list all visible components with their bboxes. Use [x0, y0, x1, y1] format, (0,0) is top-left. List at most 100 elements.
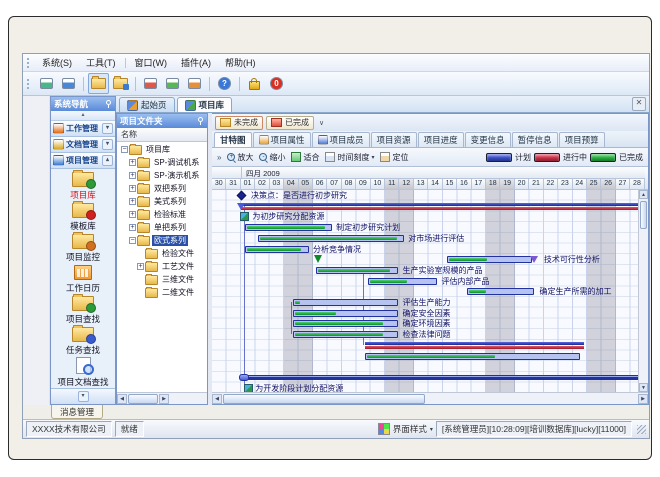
expand-minus-icon[interactable]: −: [121, 146, 128, 153]
expand-plus-icon[interactable]: +: [129, 172, 136, 179]
globe-button[interactable]: [58, 73, 79, 94]
tab-home[interactable]: 起始页: [119, 97, 175, 112]
tree-item-7[interactable]: −欧式系列: [117, 234, 207, 247]
zoom-out-button[interactable]: -缩小: [257, 151, 287, 164]
pin-icon[interactable]: [104, 100, 112, 108]
sidebar-group-1[interactable]: 工作管理▾: [51, 121, 115, 137]
tree-item-11[interactable]: 二维文件: [117, 286, 207, 299]
message-manager-tab[interactable]: 消息管理: [51, 405, 103, 419]
menu-item-0[interactable]: 系统(S): [35, 55, 79, 70]
report-orange-button[interactable]: [184, 73, 205, 94]
report-green-button[interactable]: [162, 73, 183, 94]
scroll-left-icon[interactable]: ◀: [117, 394, 127, 404]
gantt-tab-1[interactable]: 项目属性: [253, 132, 311, 147]
scroll-thumb[interactable]: [223, 394, 425, 404]
task-bar[interactable]: [365, 353, 580, 360]
milestone-icon[interactable]: [236, 191, 246, 201]
scroll-thumb[interactable]: [128, 394, 158, 404]
expand-plus-icon[interactable]: +: [129, 198, 136, 205]
sidebar-collapsed-group[interactable]: ▾: [51, 388, 115, 404]
gantt-tab-2[interactable]: 项目成员: [312, 132, 370, 147]
task-bar[interactable]: [245, 246, 308, 253]
menu-item-1[interactable]: 工具(T): [79, 55, 123, 70]
task-icon[interactable]: [244, 384, 253, 392]
sidebar-item-5[interactable]: 任务查找: [51, 326, 115, 357]
chevron-down-icon[interactable]: ▾: [102, 139, 113, 150]
gantt-tab-0[interactable]: 甘特图: [214, 132, 252, 147]
gantt-tab-5[interactable]: 变更信息: [465, 132, 511, 147]
filter-tab-0[interactable]: 未完成: [215, 116, 263, 130]
task-bar[interactable]: [293, 331, 398, 338]
tree-item-8[interactable]: 检验文件: [117, 247, 207, 260]
gantt-tab-3[interactable]: 项目资源: [371, 132, 417, 147]
expand-plus-icon[interactable]: +: [137, 263, 144, 270]
lock-button[interactable]: [244, 73, 265, 94]
tree-item-6[interactable]: +单把系列: [117, 221, 207, 234]
task-bar[interactable]: [467, 288, 533, 295]
scroll-up-icon[interactable]: ▲: [639, 190, 648, 199]
sidebar-item-1[interactable]: 模板库: [51, 202, 115, 233]
sidebar-collapse-strip[interactable]: ▴: [51, 111, 115, 121]
tree-item-2[interactable]: +SP-演示机系: [117, 169, 207, 182]
time-scale-button[interactable]: 时间刻度▾: [323, 151, 376, 164]
expand-plus-icon[interactable]: +: [129, 159, 136, 166]
expand-plus-icon[interactable]: +: [129, 185, 136, 192]
scroll-thumb[interactable]: [640, 201, 647, 229]
chevron-down-icon[interactable]: ▾: [430, 426, 433, 433]
chevron-down-icon[interactable]: ∨: [317, 119, 326, 127]
tree-column-header[interactable]: 名称: [117, 128, 207, 142]
task-bar[interactable]: [245, 224, 332, 231]
sidebar-item-3[interactable]: 工作日历: [51, 264, 115, 295]
tree-item-1[interactable]: +SP-调试机系: [117, 156, 207, 169]
menu-item-2[interactable]: 窗口(W): [128, 55, 175, 70]
style-label[interactable]: 界面样式: [393, 423, 427, 435]
task-bar[interactable]: [293, 310, 398, 317]
close-tab-button[interactable]: ✕: [632, 97, 646, 111]
tree-item-0[interactable]: −项目库: [117, 143, 207, 156]
gantt-tab-7[interactable]: 项目预算: [559, 132, 605, 147]
task-icon[interactable]: [240, 212, 249, 221]
task-bar[interactable]: [293, 299, 398, 306]
menu-item-4[interactable]: 帮助(H): [218, 55, 263, 70]
menu-item-3[interactable]: 插件(A): [174, 55, 218, 70]
resize-grip[interactable]: [637, 425, 646, 434]
chevron-up-icon[interactable]: ▴: [102, 155, 113, 166]
task-bar[interactable]: [368, 278, 437, 285]
scroll-left-icon[interactable]: ◀: [212, 394, 222, 404]
help-button[interactable]: ?: [214, 73, 235, 94]
overflow-icon[interactable]: »: [215, 153, 223, 162]
folder-chart-button[interactable]: [110, 73, 131, 94]
sidebar-group-3[interactable]: 项目管理▴: [51, 153, 115, 169]
summary-bar[interactable]: [365, 342, 584, 349]
sidebar-item-4[interactable]: 项目查找: [51, 295, 115, 326]
folder-open-button[interactable]: [88, 73, 109, 94]
scroll-down-icon[interactable]: ▼: [639, 383, 648, 392]
tree-item-3[interactable]: +双把系列: [117, 182, 207, 195]
task-bar[interactable]: [447, 256, 532, 263]
chevron-down-icon[interactable]: ▾: [102, 123, 113, 134]
filter-tab-1[interactable]: 已完成: [266, 116, 314, 130]
scroll-right-icon[interactable]: ▶: [159, 394, 169, 404]
gantt-tab-4[interactable]: 项目进度: [418, 132, 464, 147]
gantt-hscrollbar[interactable]: ◀ ▶: [212, 392, 648, 404]
tree-item-4[interactable]: +美式系列: [117, 195, 207, 208]
gantt-tab-6[interactable]: 暂停信息: [512, 132, 558, 147]
report-red-button[interactable]: [140, 73, 161, 94]
tree-hscrollbar[interactable]: ◀ ▶: [117, 392, 207, 404]
locate-button[interactable]: 定位: [378, 151, 410, 164]
zoom-in-button[interactable]: +放大: [225, 151, 255, 164]
tab-project-library[interactable]: 项目库: [177, 97, 233, 112]
gantt-vscrollbar[interactable]: ▲ ▼: [638, 190, 648, 392]
expand-minus-icon[interactable]: −: [129, 237, 136, 244]
task-bar[interactable]: [293, 320, 398, 327]
scroll-right-icon[interactable]: ▶: [638, 394, 648, 404]
expand-plus-icon[interactable]: +: [129, 224, 136, 231]
summary-plan-bar[interactable]: [241, 375, 638, 380]
power-button[interactable]: 0: [266, 73, 287, 94]
tree-item-5[interactable]: +检验标准: [117, 208, 207, 221]
sidebar-item-0[interactable]: 项目库: [51, 171, 115, 202]
summary-bar[interactable]: [241, 203, 638, 210]
fit-button[interactable]: 适合: [289, 151, 321, 164]
task-bar[interactable]: [258, 235, 404, 242]
sidebar-item-2[interactable]: 项目监控: [51, 233, 115, 264]
